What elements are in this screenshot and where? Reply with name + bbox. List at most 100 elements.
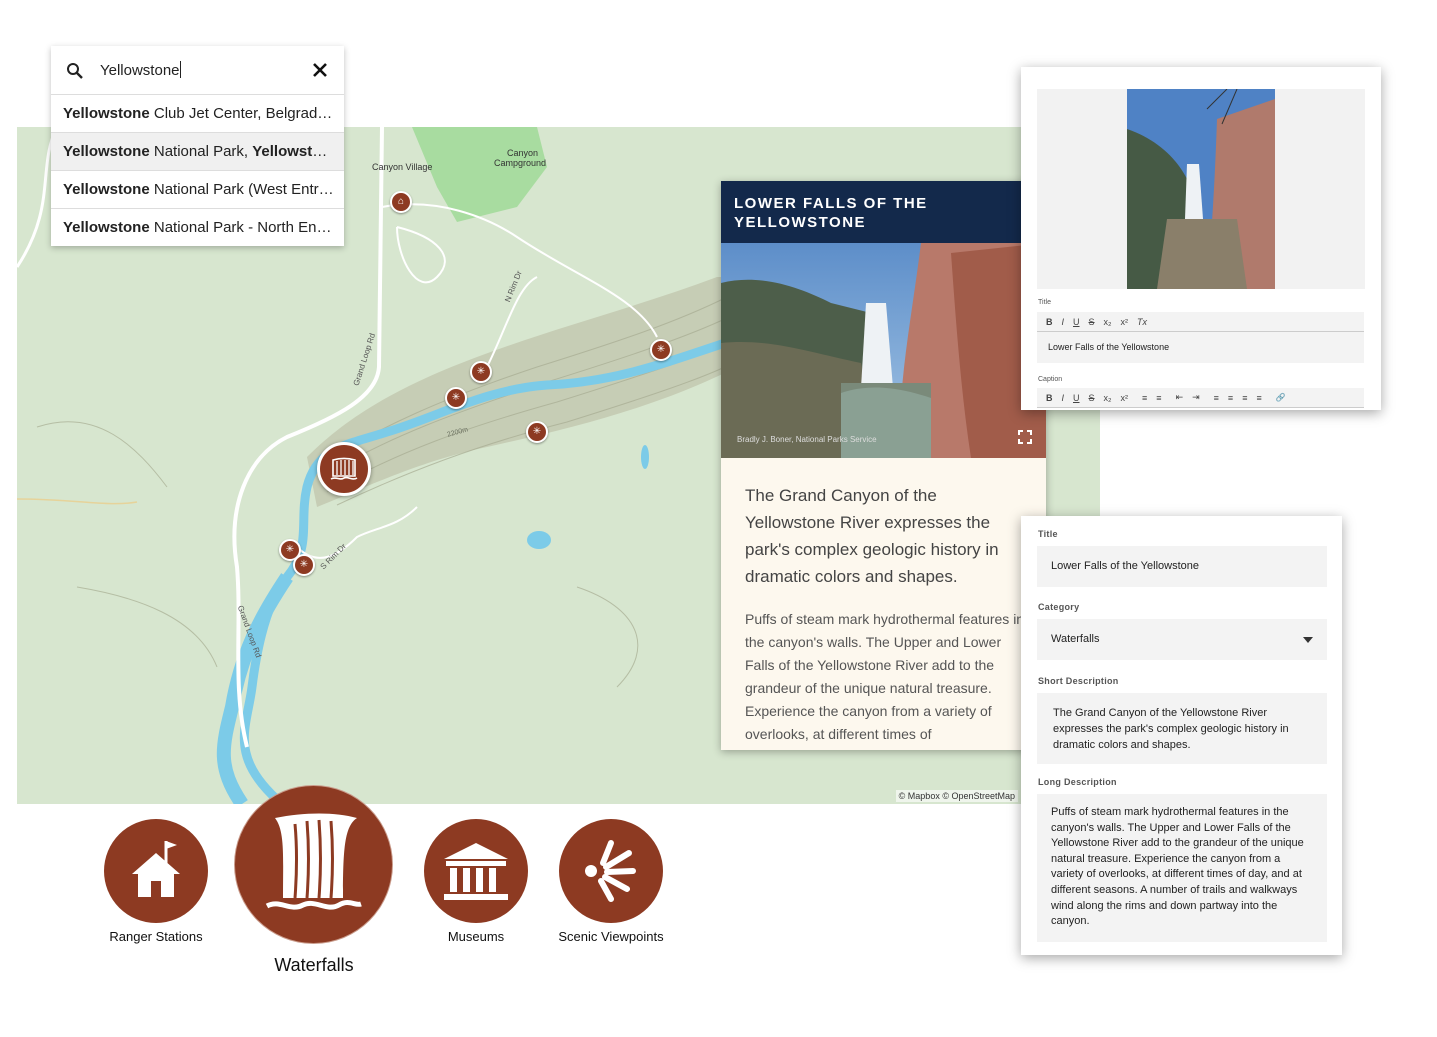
title-rich-text-field[interactable]: Lower Falls of the Yellowstone: [1037, 332, 1364, 363]
indent-button[interactable]: ⇥: [1192, 392, 1200, 403]
search-panel: Yellowstone Yellowstone Club Jet Center,…: [51, 46, 344, 246]
strikethrough-button[interactable]: S: [1089, 317, 1095, 327]
italic-button[interactable]: I: [1062, 393, 1065, 403]
search-result[interactable]: Yellowstone National Park - North Entran…: [51, 209, 344, 246]
campground-area: [412, 127, 547, 222]
search-result[interactable]: Yellowstone National Park, Yellowstone N…: [51, 133, 344, 171]
result-rest: National Park - North Entrance, Gardiner: [153, 219, 344, 236]
search-result[interactable]: Yellowstone Club Jet Center, Belgrade, M…: [51, 95, 344, 133]
link-icon[interactable]: 🔗: [1276, 393, 1286, 402]
result-match: Yellowstone National Park: [252, 143, 344, 160]
viewpoint-marker[interactable]: ✳: [526, 421, 548, 443]
result-match: Yellowstone: [63, 143, 150, 160]
selected-waterfall-marker[interactable]: [317, 442, 371, 496]
waterfalls-category[interactable]: [235, 786, 392, 943]
title-label: Title: [1038, 299, 1051, 306]
long-description-label: Long Description: [1038, 777, 1117, 787]
image-preview: [1127, 89, 1275, 289]
viewpoint-marker[interactable]: ✳: [293, 554, 315, 576]
museum-marker[interactable]: ⌂: [390, 191, 412, 213]
scenic-viewpoints-category[interactable]: [559, 819, 663, 923]
result-match: Yellowstone: [63, 105, 150, 122]
viewpoint-marker[interactable]: ✳: [650, 339, 672, 361]
map-attribution[interactable]: © Mapbox © OpenStreetMap: [895, 790, 1018, 802]
category-select[interactable]: Waterfalls: [1037, 619, 1327, 660]
viewpoint-marker[interactable]: ✳: [445, 387, 467, 409]
waterfall-icon: [265, 813, 362, 910]
location-form-panel: Title Lower Falls of the Yellowstone Cat…: [1021, 516, 1342, 955]
bold-button[interactable]: B: [1046, 393, 1053, 403]
scenic-viewpoints-label: Scenic Viewpoints: [558, 929, 664, 944]
subscript-button[interactable]: x₂: [1104, 393, 1112, 403]
search-result[interactable]: Yellowstone National Park (West Entrance…: [51, 171, 344, 209]
popup-long-description: Puffs of steam mark hydrothermal feature…: [745, 611, 1025, 742]
waterfall-icon: [330, 457, 358, 480]
waterfall-photo: [721, 243, 1046, 458]
label-canyon-village: Canyon Village: [372, 162, 433, 172]
short-description-field[interactable]: The Grand Canyon of the Yellowstone Rive…: [1037, 693, 1327, 764]
museums-label: Museums: [447, 929, 505, 944]
result-match: Yellowstone: [63, 219, 150, 236]
ordered-list-button[interactable]: ≡: [1142, 393, 1147, 403]
dropdown-arrow-icon: [1303, 637, 1313, 643]
superscript-button[interactable]: x²: [1121, 317, 1129, 327]
result-rest: Club Jet Center, Belgrade, Montana: [153, 105, 344, 122]
contour-lines: [36, 296, 736, 688]
outdent-button[interactable]: ⇤: [1176, 392, 1184, 403]
ranger-station-icon: [132, 841, 180, 897]
viewpoint-marker[interactable]: ✳: [470, 361, 492, 383]
ranger-stations-category[interactable]: [104, 819, 208, 923]
photo-credit: Bradly J. Boner, National Parks Service: [737, 435, 877, 444]
search-query-text: Yellowstone: [100, 62, 180, 79]
popup-photo: Bradly J. Boner, National Parks Service: [721, 243, 1046, 458]
media-editor-panel: Title B I U S x₂ x² Tx Lower Falls of th…: [1021, 67, 1381, 410]
title-toolbar: B I U S x₂ x² Tx: [1037, 312, 1364, 332]
search-input[interactable]: Yellowstone: [100, 61, 181, 79]
lake: [641, 445, 649, 469]
popup-title-line1: LOWER FALLS OF THE: [734, 195, 928, 212]
strikethrough-button[interactable]: S: [1089, 393, 1095, 403]
bullet-list-button[interactable]: ≡: [1156, 393, 1161, 403]
search-box[interactable]: Yellowstone: [51, 46, 344, 95]
align-center-button[interactable]: ≡: [1228, 393, 1233, 403]
viewpoint-icon: ✳: [656, 344, 666, 355]
museums-category[interactable]: [424, 819, 528, 923]
category-selected-value: Waterfalls: [1051, 633, 1100, 645]
viewpoint-icon: ✳: [451, 392, 461, 403]
fullscreen-icon[interactable]: [1018, 430, 1032, 444]
long-description-field[interactable]: Puffs of steam mark hydrothermal feature…: [1037, 794, 1327, 942]
popup-header: LOWER FALLS OF THE YELLOWSTONE ✕: [721, 181, 1046, 243]
underline-button[interactable]: U: [1073, 393, 1080, 403]
superscript-button[interactable]: x²: [1121, 393, 1129, 403]
align-left-button[interactable]: ≡: [1214, 393, 1219, 403]
close-icon[interactable]: [313, 63, 327, 77]
underline-button[interactable]: U: [1073, 317, 1080, 327]
search-icon: [67, 63, 83, 79]
label-canyon-campground: Canyon: [507, 148, 539, 158]
category-label: Category: [1038, 602, 1080, 612]
image-preview-box[interactable]: [1037, 89, 1365, 289]
italic-button[interactable]: I: [1062, 317, 1065, 327]
viewpoint-icon: [585, 840, 636, 902]
title-label: Title: [1038, 529, 1058, 539]
clear-format-button[interactable]: Tx: [1137, 317, 1147, 327]
caption-label: Caption: [1038, 376, 1063, 383]
subscript-button[interactable]: x₂: [1104, 317, 1112, 327]
viewpoint-icon: ✳: [299, 559, 309, 570]
result-match: Yellowstone: [63, 181, 150, 198]
museum-icon: [444, 843, 508, 900]
align-right-button[interactable]: ≡: [1242, 393, 1247, 403]
result-rest: National Park,: [149, 143, 253, 160]
result-rest: National Park (West Entrance), West Yell…: [153, 181, 344, 198]
align-justify-button[interactable]: ≡: [1256, 393, 1261, 403]
title-field[interactable]: Lower Falls of the Yellowstone: [1037, 546, 1327, 587]
viewpoint-icon: ✳: [532, 426, 542, 437]
location-popup: LOWER FALLS OF THE YELLOWSTONE ✕ Bradly …: [721, 181, 1046, 750]
viewpoint-icon: ✳: [476, 366, 486, 377]
bold-button[interactable]: B: [1046, 317, 1053, 327]
lake: [527, 531, 551, 549]
ranger-stations-label: Ranger Stations: [109, 929, 203, 944]
text-caret: [179, 61, 181, 78]
label-canyon-campground-2: Campground: [494, 158, 547, 168]
popup-short-description: The Grand Canyon of the Yellowstone Rive…: [745, 486, 999, 586]
